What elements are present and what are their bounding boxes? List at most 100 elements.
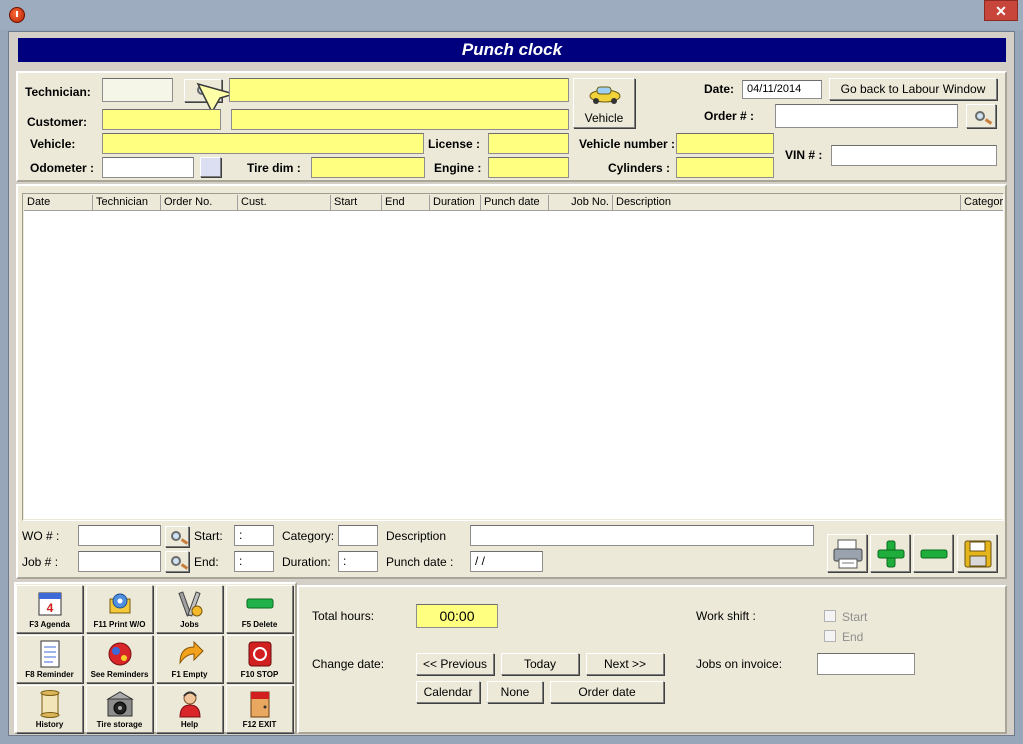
history-button[interactable]: History xyxy=(16,685,83,733)
empty-label: F1 Empty xyxy=(171,670,208,679)
stop-button[interactable]: F10 STOP xyxy=(226,635,293,683)
go-back-labour-button[interactable]: Go back to Labour Window xyxy=(829,78,997,100)
odometer-label: Odometer : xyxy=(30,161,95,175)
license-field[interactable] xyxy=(488,133,569,154)
date-field[interactable]: 04/11/2014 xyxy=(742,80,822,99)
reminders-icon xyxy=(108,642,132,666)
order-field[interactable] xyxy=(775,104,958,128)
jobs-on-invoice-label: Jobs on invoice: xyxy=(696,657,783,671)
add-button[interactable] xyxy=(870,534,910,572)
calendar-button[interactable]: Calendar xyxy=(416,681,480,703)
vehicle-button[interactable]: Vehicle xyxy=(573,78,635,128)
job-label: Job # : xyxy=(22,555,59,569)
end-time-field[interactable]: : xyxy=(234,551,274,572)
close-window-button[interactable]: ✕ xyxy=(984,0,1018,21)
exit-label: F12 EXIT xyxy=(242,720,277,729)
reminder-button[interactable]: F8 Reminder xyxy=(16,635,83,683)
column-header-punch-date[interactable]: Punch date xyxy=(481,195,549,211)
tire-storage-icon xyxy=(106,691,134,717)
order-search-button[interactable] xyxy=(966,104,996,128)
vin-field[interactable] xyxy=(831,145,997,166)
column-header-cust[interactable]: Cust. xyxy=(238,195,331,211)
grid-header: Date Technician Order No. Cust. Start En… xyxy=(24,195,1003,211)
vehicle-number-field[interactable] xyxy=(676,133,774,154)
column-header-date[interactable]: Date xyxy=(24,195,93,211)
start-time-field[interactable]: : xyxy=(234,525,274,546)
column-header-technician[interactable]: Technician xyxy=(93,195,161,211)
customer-name-field[interactable] xyxy=(231,109,569,130)
cylinders-field[interactable] xyxy=(676,157,774,178)
start-checkbox-label: Start xyxy=(842,610,868,624)
jobs-button[interactable]: Jobs xyxy=(156,585,223,633)
category-field[interactable] xyxy=(338,525,378,546)
remove-button[interactable] xyxy=(913,534,953,572)
tire-dim-field[interactable] xyxy=(311,157,425,178)
today-button[interactable]: Today xyxy=(501,653,579,675)
vehicle-label: Vehicle: xyxy=(30,137,76,151)
technician-code-field[interactable] xyxy=(102,78,173,102)
engine-field[interactable] xyxy=(488,157,569,178)
vehicle-button-label: Vehicle xyxy=(584,111,624,125)
column-header-description[interactable]: Description xyxy=(613,195,961,211)
calendar-icon: 4 xyxy=(38,592,62,616)
punch-date-field[interactable]: / / xyxy=(470,551,543,572)
column-header-job-no[interactable]: Job No. xyxy=(549,195,613,211)
see-reminders-label: See Reminders xyxy=(90,670,149,679)
column-header-end[interactable]: End xyxy=(382,195,430,211)
tire-storage-label: Tire storage xyxy=(96,720,143,729)
punch-records-grid[interactable] xyxy=(24,211,1003,519)
column-header-category[interactable]: Categor xyxy=(961,195,1003,211)
help-button[interactable]: Help xyxy=(156,685,223,733)
tire-storage-button[interactable]: Tire storage xyxy=(86,685,153,733)
order-date-button[interactable]: Order date xyxy=(550,681,664,703)
exit-door-icon xyxy=(250,691,270,718)
search-icon xyxy=(171,556,181,566)
customer-code-field[interactable] xyxy=(102,109,221,130)
print-wo-button[interactable]: F11 Print W/O xyxy=(86,585,153,633)
description-field[interactable] xyxy=(470,525,814,546)
start-checkbox[interactable] xyxy=(824,610,836,622)
none-button[interactable]: None xyxy=(487,681,543,703)
duration-field[interactable]: : xyxy=(338,551,378,572)
print-wo-label: F11 Print W/O xyxy=(93,620,146,629)
technician-name-field[interactable] xyxy=(229,78,569,102)
delete-button[interactable]: F5 Delete xyxy=(226,585,293,633)
odometer-button[interactable] xyxy=(200,157,221,177)
jobs-label: Jobs xyxy=(180,620,199,629)
see-reminders-button[interactable]: See Reminders xyxy=(86,635,153,683)
save-button[interactable] xyxy=(957,534,997,572)
next-date-button[interactable]: Next >> xyxy=(586,653,664,675)
column-header-duration[interactable]: Duration xyxy=(430,195,481,211)
column-header-start[interactable]: Start xyxy=(331,195,382,211)
empty-button[interactable]: F1 Empty xyxy=(156,635,223,683)
previous-date-button[interactable]: << Previous xyxy=(416,653,494,675)
printer-icon xyxy=(833,539,863,569)
wo-search-button[interactable] xyxy=(165,526,189,547)
agenda-button[interactable]: 4 F3 Agenda xyxy=(16,585,83,633)
end-label: End: xyxy=(194,555,219,569)
odometer-field[interactable] xyxy=(102,157,194,178)
column-header-order-no[interactable]: Order No. xyxy=(161,195,238,211)
agenda-label: F3 Agenda xyxy=(29,620,70,629)
vehicle-number-label: Vehicle number : xyxy=(579,137,676,151)
job-field[interactable] xyxy=(78,551,161,572)
tools-icon xyxy=(178,591,203,617)
jobs-on-invoice-field[interactable] xyxy=(817,653,915,675)
history-label: History xyxy=(35,720,64,729)
category-label: Category: xyxy=(282,529,335,543)
help-person-icon xyxy=(179,691,201,718)
end-checkbox-label: End xyxy=(842,630,864,644)
exit-button[interactable]: F12 EXIT xyxy=(226,685,293,733)
print-button[interactable] xyxy=(827,534,867,572)
job-search-button[interactable] xyxy=(165,551,189,572)
total-hours-value: 00:00 xyxy=(416,604,498,628)
wo-field[interactable] xyxy=(78,525,161,546)
end-checkbox[interactable] xyxy=(824,630,836,642)
vehicle-field[interactable] xyxy=(102,133,424,154)
cylinders-label: Cylinders : xyxy=(608,161,671,175)
floppy-disk-icon xyxy=(964,540,992,568)
svg-text:4: 4 xyxy=(47,601,54,615)
print-gear-icon xyxy=(109,593,131,614)
description-label: Description xyxy=(386,529,447,543)
app-clock-icon[interactable] xyxy=(9,7,25,23)
